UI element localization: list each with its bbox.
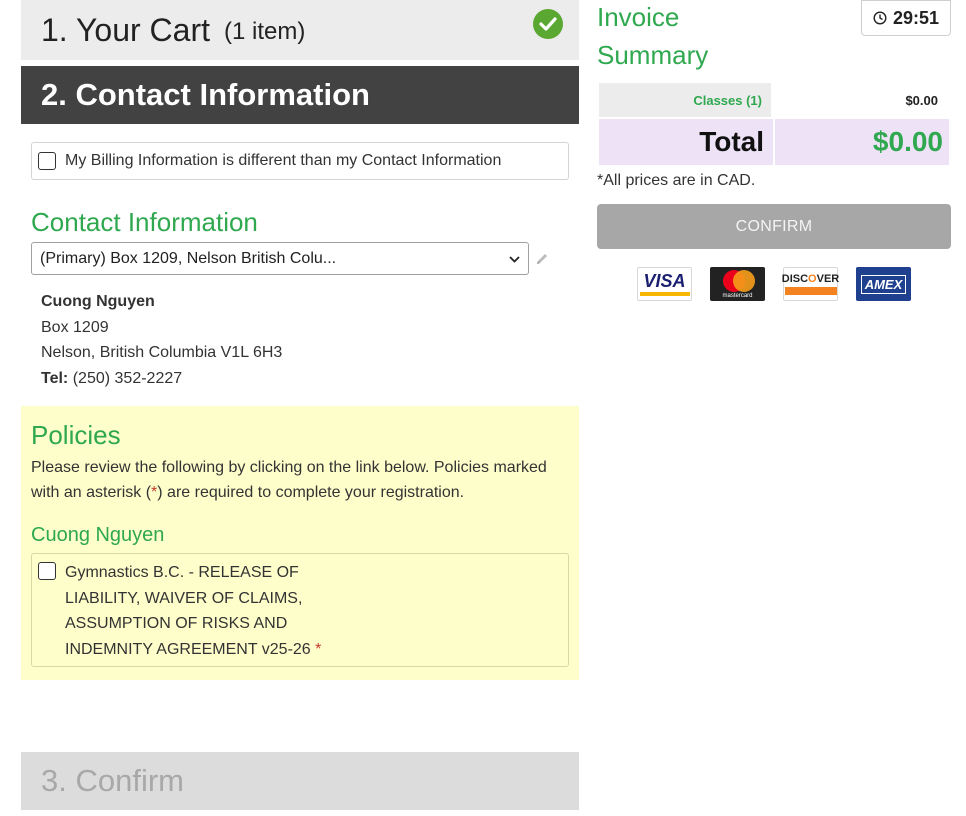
check-circle-icon: [533, 9, 563, 39]
policy-item[interactable]: Gymnastics B.C. - RELEASE OF LIABILITY, …: [31, 553, 569, 667]
address-line-2: Nelson, British Columbia V1L 6H3: [41, 344, 283, 361]
amex-logo: AMEX: [856, 267, 911, 301]
billing-different-checkbox[interactable]: [38, 152, 56, 170]
cart-title: 1. Your Cart: [41, 11, 210, 48]
clock-icon: [873, 11, 887, 25]
invoice-row-total: Total $0.00: [599, 119, 949, 165]
invoice-table: Classes (1) $0.00 Total $0.00: [599, 83, 949, 165]
contact-name: Cuong Nguyen: [41, 293, 155, 310]
policy-text[interactable]: Gymnastics B.C. - RELEASE OF LIABILITY, …: [65, 564, 311, 658]
chevron-down-icon: [509, 250, 520, 268]
policy-checkbox[interactable]: [38, 562, 56, 580]
total-label: Total: [599, 119, 773, 165]
mastercard-text: mastercard: [722, 292, 753, 299]
discover-text: DISCOVER: [782, 273, 839, 285]
pencil-icon[interactable]: [535, 252, 549, 271]
checkout-steps: 1. Your Cart (1 item) 2. Contact Informa…: [21, 0, 579, 810]
total-value: $0.00: [775, 119, 949, 165]
policy-participant-name: Cuong Nguyen: [31, 524, 165, 546]
session-timer: 29:51: [861, 0, 951, 36]
policies-heading: Policies: [31, 420, 121, 450]
address-select[interactable]: (Primary) Box 1209, Nelson British Colu.…: [31, 242, 529, 275]
policies-description: Please review the following by clicking …: [31, 455, 569, 505]
contact-phone: Tel: (250) 352-2227: [41, 366, 579, 392]
visa-logo: VISA: [637, 267, 692, 301]
visa-stripe: [639, 292, 690, 296]
policies-section: Policies Please review the following by …: [21, 406, 579, 680]
amex-text: AMEX: [860, 274, 907, 294]
address-line-1: Box 1209: [41, 318, 109, 336]
cart-count: (1 item): [224, 18, 306, 45]
step-cart-header[interactable]: 1. Your Cart (1 item): [21, 0, 579, 60]
tel-label: Tel:: [41, 369, 69, 387]
contact-address: Cuong Nguyen Box 1209 Nelson, British Co…: [41, 289, 579, 391]
mastercard-logo: mastercard: [710, 267, 765, 301]
discover-stripe: [784, 287, 837, 295]
discover-text-a: DISC: [781, 273, 809, 285]
discover-logo: DISCOVER: [782, 267, 839, 301]
policy-link[interactable]: Gymnastics B.C. - RELEASE OF LIABILITY, …: [65, 560, 325, 666]
invoice-row-classes: Classes (1) $0.00: [599, 83, 949, 117]
billing-different-option[interactable]: My Billing Information is different than…: [31, 142, 569, 180]
mastercard-orange-circle: [732, 269, 755, 292]
discover-text-b: VER: [816, 273, 840, 285]
billing-different-label[interactable]: My Billing Information is different than…: [65, 152, 501, 170]
invoice-title: Invoice Summary: [597, 2, 709, 70]
contact-heading: Contact Information: [31, 207, 258, 237]
visa-text: VISA: [643, 271, 686, 291]
step-confirm-header: 3. Confirm: [21, 752, 579, 810]
policies-desc-b: ) are required to complete your registra…: [157, 484, 465, 501]
currency-note: *All prices are in CAD.: [597, 172, 756, 189]
discover-text-o: O: [808, 273, 817, 285]
invoice-summary-panel: Invoice Summary 29:51 Classes (1) $0.00 …: [597, 0, 951, 301]
address-select-row: (Primary) Box 1209, Nelson British Colu.…: [31, 242, 579, 275]
timer-value: 29:51: [892, 7, 940, 28]
address-select-value: (Primary) Box 1209, Nelson British Colu.…: [40, 249, 337, 267]
tel-value: (250) 352-2227: [72, 369, 183, 387]
payment-cards: VISA mastercard DISCOVER AMEX: [597, 267, 951, 301]
mastercard-circles: [721, 269, 755, 292]
classes-value: $0.00: [905, 92, 938, 108]
checkout-page: 1. Your Cart (1 item) 2. Contact Informa…: [0, 0, 966, 816]
step-contact-header: 2. Contact Information: [21, 66, 579, 124]
classes-label: Classes (1): [599, 83, 771, 117]
confirm-button[interactable]: CONFIRM: [597, 204, 951, 249]
policy-required-asterisk: *: [315, 640, 322, 658]
